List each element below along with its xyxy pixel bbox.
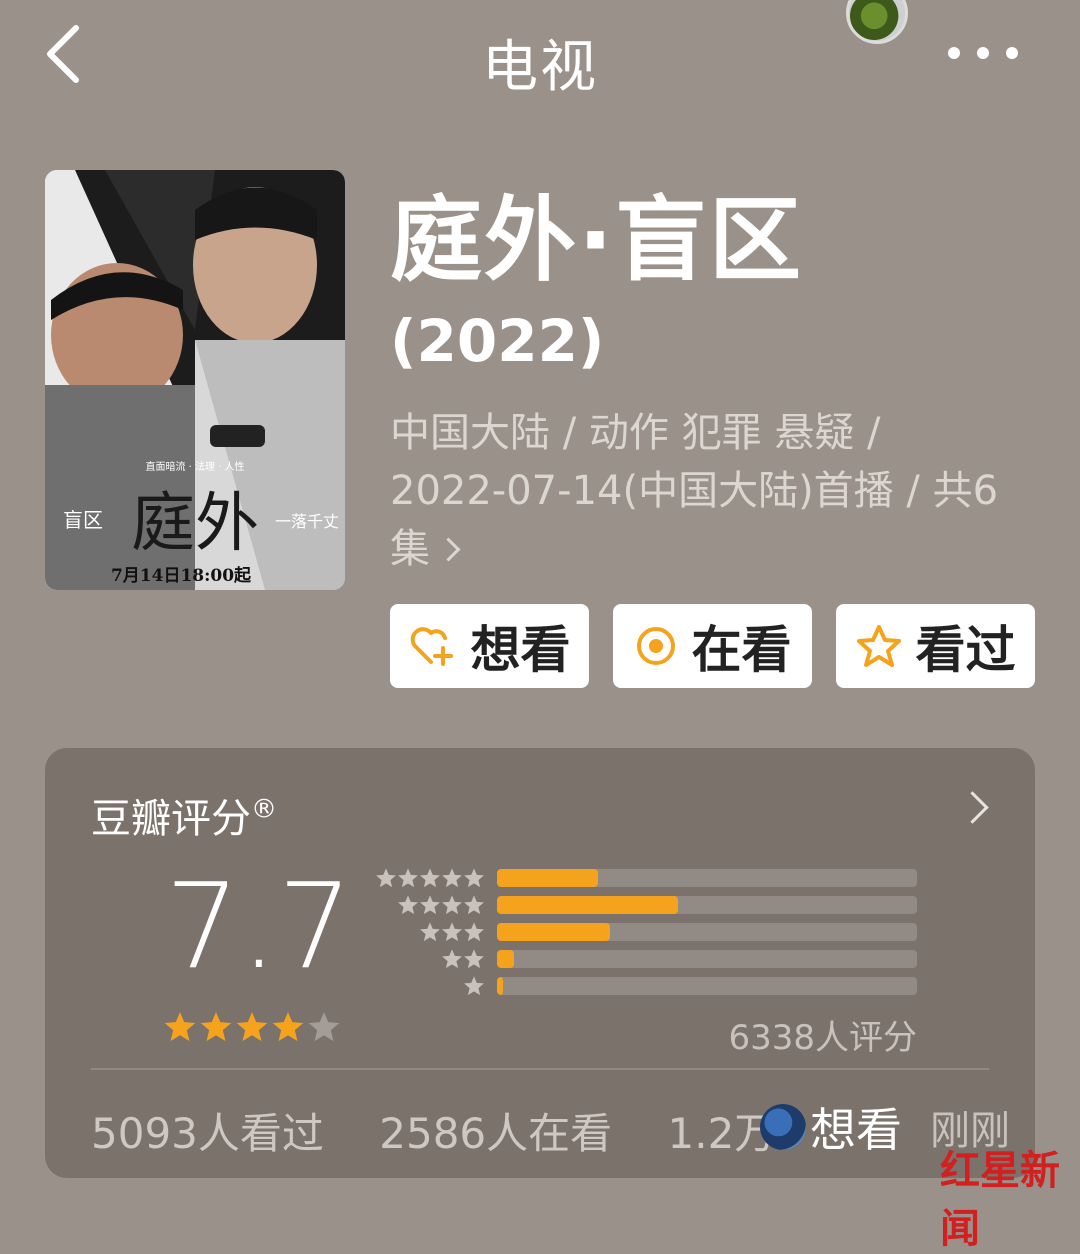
dot-icon [948, 47, 960, 59]
watched-label: 看过 [915, 621, 1016, 679]
dot-icon [977, 47, 989, 59]
divider [91, 1068, 989, 1070]
mini-star-icon [464, 948, 484, 968]
mini-star-icon [442, 921, 462, 941]
mini-star-icon [376, 867, 396, 887]
stat-watched: 5093人看过 [91, 1109, 324, 1158]
bar-fill [497, 868, 598, 887]
show-title: 庭外·盲区 [390, 187, 803, 294]
rating-row [375, 864, 917, 891]
star-filled-icon [164, 1012, 196, 1042]
registered-mark: ® [251, 794, 277, 825]
action-buttons: 想看 在看 看过 [390, 604, 1035, 688]
mini-stars [375, 975, 485, 997]
rating-row [375, 918, 917, 945]
mini-stars [375, 867, 485, 889]
mini-star-icon [442, 894, 462, 914]
bar-track [497, 922, 917, 941]
rating-title: 豆瓣评分® [91, 786, 277, 844]
poster-art: 庭外 盲区 直面暗流 · 法理 · 人性 一落千丈 7月14日18:00起 [45, 170, 345, 590]
avatar [760, 1104, 806, 1150]
want-to-watch-button[interactable]: 想看 [390, 604, 589, 688]
target-icon [636, 627, 675, 665]
mini-stars [375, 948, 485, 970]
star-filled-icon [272, 1012, 304, 1042]
poster-subtitle: 盲区 [63, 508, 103, 532]
mini-stars [375, 894, 485, 916]
rating-distribution [375, 864, 917, 999]
watching-button[interactable]: 在看 [613, 604, 812, 688]
rating-count: 6338人评分 [728, 1018, 917, 1058]
meta-line-last: 集 [390, 520, 1040, 578]
watermark-logo: 红星新闻 [940, 1147, 1060, 1252]
star-filled-icon [200, 1012, 232, 1042]
poster-tagline: 直面暗流 · 法理 · 人性 [145, 460, 244, 473]
more-button[interactable] [948, 38, 1018, 68]
star-empty-icon [308, 1012, 340, 1042]
meta-text: 集 [390, 526, 430, 572]
mini-star-icon [464, 894, 484, 914]
mini-star-icon [420, 867, 440, 887]
bar-fill [497, 922, 611, 941]
stat-watching: 2586人在看 [379, 1109, 613, 1158]
dot-icon [1006, 47, 1018, 59]
heart-plus-icon [410, 627, 453, 666]
bar-track [497, 868, 917, 887]
rating-stars [163, 1010, 341, 1044]
poster-image[interactable]: 庭外 盲区 直面暗流 · 法理 · 人性 一落千丈 7月14日18:00起 [45, 170, 345, 590]
rating-row [375, 945, 917, 972]
chevron-right-icon[interactable] [956, 791, 989, 824]
rating-title-text: 豆瓣评分 [91, 796, 251, 842]
bar-track [497, 976, 917, 995]
mini-star-icon [442, 948, 462, 968]
mini-star-icon [464, 921, 484, 941]
watching-label: 在看 [691, 621, 792, 679]
rating-row [375, 891, 917, 918]
show-year: (2022) [390, 307, 605, 375]
poster-date: 7月14日18:00起 [111, 565, 252, 586]
meta-line: 2022-07-14(中国大陆)首播 / 共6 [390, 468, 999, 514]
want-to-watch-label: 想看 [470, 621, 571, 679]
mini-star-icon [420, 921, 440, 941]
meta-line: 中国大陆 / 动作 犯罪 悬疑 / [390, 410, 881, 456]
mini-star-icon [398, 867, 418, 887]
star-filled-icon [236, 1012, 268, 1042]
bar-track [497, 895, 917, 914]
poster-brand: 一落千丈 [275, 512, 339, 531]
poster-title: 庭外 [131, 487, 259, 561]
bar-fill [497, 895, 678, 914]
show-meta[interactable]: 中国大陆 / 动作 犯罪 悬疑 / 2022-07-14(中国大陆)首播 / 共… [390, 404, 1040, 578]
chevron-right-icon [436, 536, 461, 562]
top-bar: 电视 [0, 0, 1080, 110]
bar-track [497, 949, 917, 968]
rating-row [375, 972, 917, 999]
toast-text: 想看 [810, 1103, 902, 1157]
mini-star-icon [398, 894, 418, 914]
rating-score: 7.7 [165, 857, 353, 995]
page-title: 电视 [482, 35, 598, 100]
mini-star-icon [464, 867, 484, 887]
bar-fill [497, 976, 504, 995]
mini-star-icon [420, 894, 440, 914]
bar-fill [497, 949, 514, 968]
mini-star-icon [442, 867, 462, 887]
star-icon [856, 625, 901, 667]
mini-star-icon [464, 975, 484, 995]
stats-line: 5093人看过 2586人在看 1.2万 [91, 1100, 818, 1161]
mini-stars [375, 921, 485, 943]
watched-button[interactable]: 看过 [836, 604, 1035, 688]
